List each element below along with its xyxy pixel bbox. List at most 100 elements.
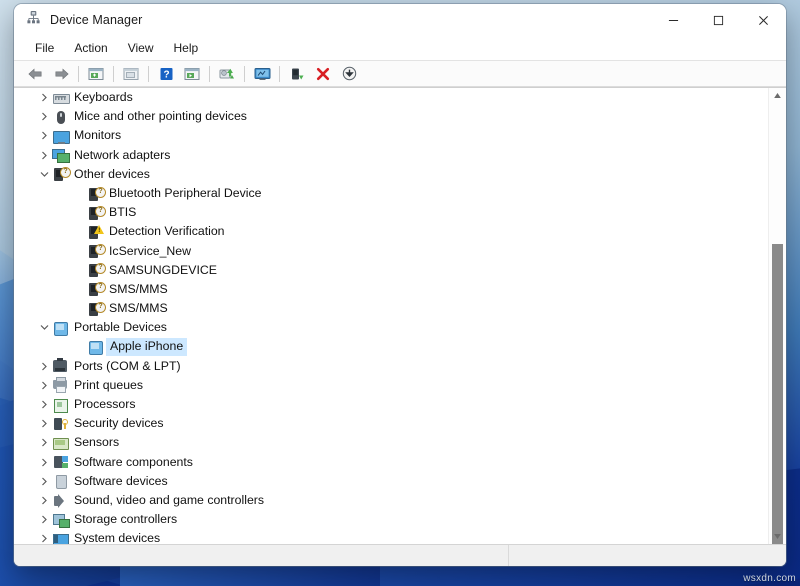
keyboard-icon xyxy=(52,90,70,106)
uninstall-device-button[interactable] xyxy=(310,63,336,84)
tree-item[interactable]: Mice and other pointing devices xyxy=(14,107,769,126)
status-segment-left xyxy=(14,545,509,566)
chevron-right-icon[interactable] xyxy=(36,454,52,470)
chevron-down-icon[interactable] xyxy=(36,320,52,336)
device-tree: Keyboards Mice and other pointing devices… xyxy=(14,88,769,544)
tree-item[interactable]: Storage controllers xyxy=(14,510,769,529)
tree-item[interactable]: ? SMS/MMS xyxy=(14,280,769,299)
chevron-right-icon[interactable] xyxy=(36,397,52,413)
device-tree-pane[interactable]: Keyboards Mice and other pointing devices… xyxy=(14,87,786,544)
chevron-right-icon[interactable] xyxy=(36,128,52,144)
scan-hardware-button[interactable] xyxy=(249,63,275,84)
help-button[interactable]: ? xyxy=(153,63,179,84)
tree-item[interactable]: Sound, video and game controllers xyxy=(14,491,769,510)
tree-indent-spacer xyxy=(71,301,87,317)
tree-item[interactable]: System devices xyxy=(14,529,769,544)
chevron-right-icon[interactable] xyxy=(36,90,52,106)
tree-indent-spacer xyxy=(71,224,87,240)
back-button[interactable] xyxy=(22,63,48,84)
tree-indent-spacer xyxy=(71,339,87,355)
tree-indent-spacer xyxy=(71,186,87,202)
tree-item-label: Detection Verification xyxy=(109,224,225,239)
tree-item[interactable]: Software components xyxy=(14,453,769,472)
tree-item-label: SMS/MMS xyxy=(109,282,168,297)
chevron-right-icon[interactable] xyxy=(36,512,52,528)
chevron-right-icon[interactable] xyxy=(36,109,52,125)
tree-item-label: Bluetooth Peripheral Device xyxy=(109,186,261,201)
processor-icon xyxy=(52,397,70,413)
tree-item[interactable]: Network adapters xyxy=(14,146,769,165)
tree-item-label: Apple iPhone xyxy=(106,338,187,356)
menu-view[interactable]: View xyxy=(119,39,163,57)
window-controls xyxy=(651,4,786,36)
tree-item[interactable]: Apple iPhone xyxy=(14,337,769,356)
tree-item[interactable]: Monitors xyxy=(14,126,769,145)
tree-item-label: Sound, video and game controllers xyxy=(74,493,264,508)
tree-item[interactable]: Portable Devices xyxy=(14,318,769,337)
chevron-right-icon[interactable] xyxy=(36,531,52,544)
tree-item[interactable]: Software devices xyxy=(14,472,769,491)
tree-item[interactable]: Detection Verification xyxy=(14,222,769,241)
tree-item-label: IcService_New xyxy=(109,244,191,259)
menu-help[interactable]: Help xyxy=(165,39,208,57)
scrollbar-thumb[interactable] xyxy=(772,244,783,544)
unknown-device-icon: ? xyxy=(87,281,105,297)
chevron-right-icon[interactable] xyxy=(36,358,52,374)
menu-file[interactable]: File xyxy=(26,39,63,57)
chevron-right-icon[interactable] xyxy=(36,416,52,432)
tree-item[interactable]: ?Other devices xyxy=(14,165,769,184)
tree-item[interactable]: Security devices xyxy=(14,414,769,433)
tree-item-label: SMS/MMS xyxy=(109,301,168,316)
device-manager-window: Device Manager File Action View Help xyxy=(14,4,786,566)
portable-device-icon xyxy=(87,339,105,355)
warning-device-icon xyxy=(87,224,105,240)
update-driver-button[interactable] xyxy=(214,63,240,84)
scroll-up-arrow[interactable] xyxy=(769,88,786,103)
chevron-right-icon[interactable] xyxy=(36,377,52,393)
tree-item[interactable]: Sensors xyxy=(14,433,769,452)
chevron-right-icon[interactable] xyxy=(36,435,52,451)
chevron-right-icon[interactable] xyxy=(36,473,52,489)
chevron-right-icon[interactable] xyxy=(36,147,52,163)
unknown-device-icon: ? xyxy=(87,205,105,221)
close-button[interactable] xyxy=(741,4,786,36)
chevron-right-icon[interactable] xyxy=(36,493,52,509)
tree-item[interactable]: ?SMS/MMS xyxy=(14,299,769,318)
svg-text:?: ? xyxy=(163,69,169,80)
unknown-device-icon: ? xyxy=(52,166,70,182)
ports-icon xyxy=(52,358,70,374)
chevron-down-icon[interactable] xyxy=(36,166,52,182)
tree-item-label: System devices xyxy=(74,531,160,544)
tree-item[interactable]: ?SAMSUNGDEVICE xyxy=(14,261,769,280)
maximize-button[interactable] xyxy=(696,4,741,36)
menu-action[interactable]: Action xyxy=(65,39,116,57)
tree-item[interactable]: ?IcService_New xyxy=(14,242,769,261)
tree-item[interactable]: Ports (COM & LPT) xyxy=(14,357,769,376)
install-legacy-button[interactable] xyxy=(336,63,362,84)
tree-item[interactable]: ?BTIS xyxy=(14,203,769,222)
security-device-icon xyxy=(52,416,70,432)
enable-device-button[interactable] xyxy=(284,63,310,84)
tree-item-label: Software components xyxy=(74,455,193,470)
minimize-button[interactable] xyxy=(651,4,696,36)
tree-item[interactable]: Print queues xyxy=(14,376,769,395)
forward-button[interactable] xyxy=(48,63,74,84)
tree-item-label: Sensors xyxy=(74,435,119,450)
tree-item[interactable]: Keyboards xyxy=(14,88,769,107)
watermark: wsxdn.com xyxy=(743,573,796,584)
tree-item-label: Keyboards xyxy=(74,90,133,105)
properties-button[interactable] xyxy=(83,63,109,84)
tree-item-label: Portable Devices xyxy=(74,320,167,335)
network-adapter-icon xyxy=(52,147,70,163)
show-hidden-button[interactable] xyxy=(118,63,144,84)
sound-icon xyxy=(52,493,70,509)
vertical-scrollbar[interactable] xyxy=(768,88,786,544)
tree-item-label: Monitors xyxy=(74,128,121,143)
tree-item[interactable]: ?Bluetooth Peripheral Device xyxy=(14,184,769,203)
tree-item-label: Network adapters xyxy=(74,148,170,163)
tree-item[interactable]: Processors xyxy=(14,395,769,414)
view-devices-button[interactable] xyxy=(179,63,205,84)
printer-icon xyxy=(52,377,70,393)
title-bar: Device Manager xyxy=(14,4,786,36)
scroll-down-arrow[interactable] xyxy=(769,529,786,544)
